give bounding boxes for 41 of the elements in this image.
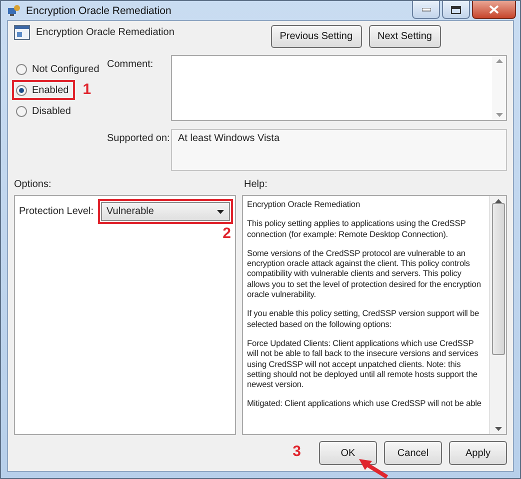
step-number: 1 xyxy=(82,81,92,98)
radio-option[interactable]: Not Configured xyxy=(12,59,106,79)
caret-icon[interactable] xyxy=(217,210,224,214)
dialog-button[interactable]: Cancel xyxy=(384,441,442,465)
help-label: Help: xyxy=(244,178,268,190)
comment-label: Comment: xyxy=(107,58,154,72)
help-paragraph: Some versions of the CredSSP protocol are vulnerable to an encryption oracle attack against the client. This policy controls compatibility with vulnerable clients and servers. This policy allows you to set the level of protection desired for the encryption oracle vulnerability. xyxy=(247,248,482,300)
close-icon[interactable] xyxy=(489,5,499,14)
minimize-icon[interactable] xyxy=(422,8,430,12)
field-label: Protection Level: xyxy=(19,206,94,217)
help-paragraph: Force Updated Clients: Client applications which use CredSSP will not be able to fall back to the insecure versions and services using CredSSP will not accept unpatched clients. Note: this setting should not be deployed until all remote hosts support the newest version. xyxy=(247,338,480,390)
radio-option[interactable]: Disabled xyxy=(12,101,77,121)
radio-button[interactable] xyxy=(16,106,27,116)
policy-icon xyxy=(14,25,30,40)
scroll-down-icon[interactable] xyxy=(494,427,502,431)
radio-button[interactable] xyxy=(16,84,27,96)
radio-label: Not Configured xyxy=(32,64,100,74)
nav-button[interactable]: Next Setting xyxy=(368,25,441,48)
window-title: Encryption Oracle Remediation xyxy=(26,4,172,16)
radio-label: Disabled xyxy=(32,106,71,116)
close-button[interactable] xyxy=(472,1,516,19)
radio-label: Enabled xyxy=(32,84,69,96)
maximize-button[interactable] xyxy=(442,1,470,19)
step-number: 2 xyxy=(222,225,231,242)
nav-button[interactable]: Previous Setting xyxy=(270,25,362,48)
dialog-button[interactable]: Apply xyxy=(449,441,507,465)
setting-title: Encryption Oracle Remediation xyxy=(35,26,176,38)
options-label: Options: xyxy=(14,178,52,190)
step-number: 3 xyxy=(292,443,301,460)
dialog-button[interactable]: OK xyxy=(319,441,377,465)
supported-on-value: At least Windows Vista xyxy=(171,129,507,171)
help-paragraph: If you enable this policy setting, CredSSP version support will be selected based on the following options: xyxy=(247,308,480,329)
app-icon xyxy=(7,4,21,17)
help-paragraph: Encryption Oracle Remediation xyxy=(247,199,362,210)
minimize-button[interactable] xyxy=(412,1,440,19)
radio-button[interactable] xyxy=(16,64,27,74)
supported-on-label: Supported on: xyxy=(107,132,171,146)
maximize-icon[interactable] xyxy=(451,6,461,14)
help-paragraph: This policy setting applies to applications using the CredSSP connection (for example: Remote Desktop Connection). xyxy=(247,218,467,239)
help-paragraph: Mitigated: Client applications which use CredSSP will not be able xyxy=(247,398,482,409)
scroll-thumb[interactable] xyxy=(492,203,504,355)
